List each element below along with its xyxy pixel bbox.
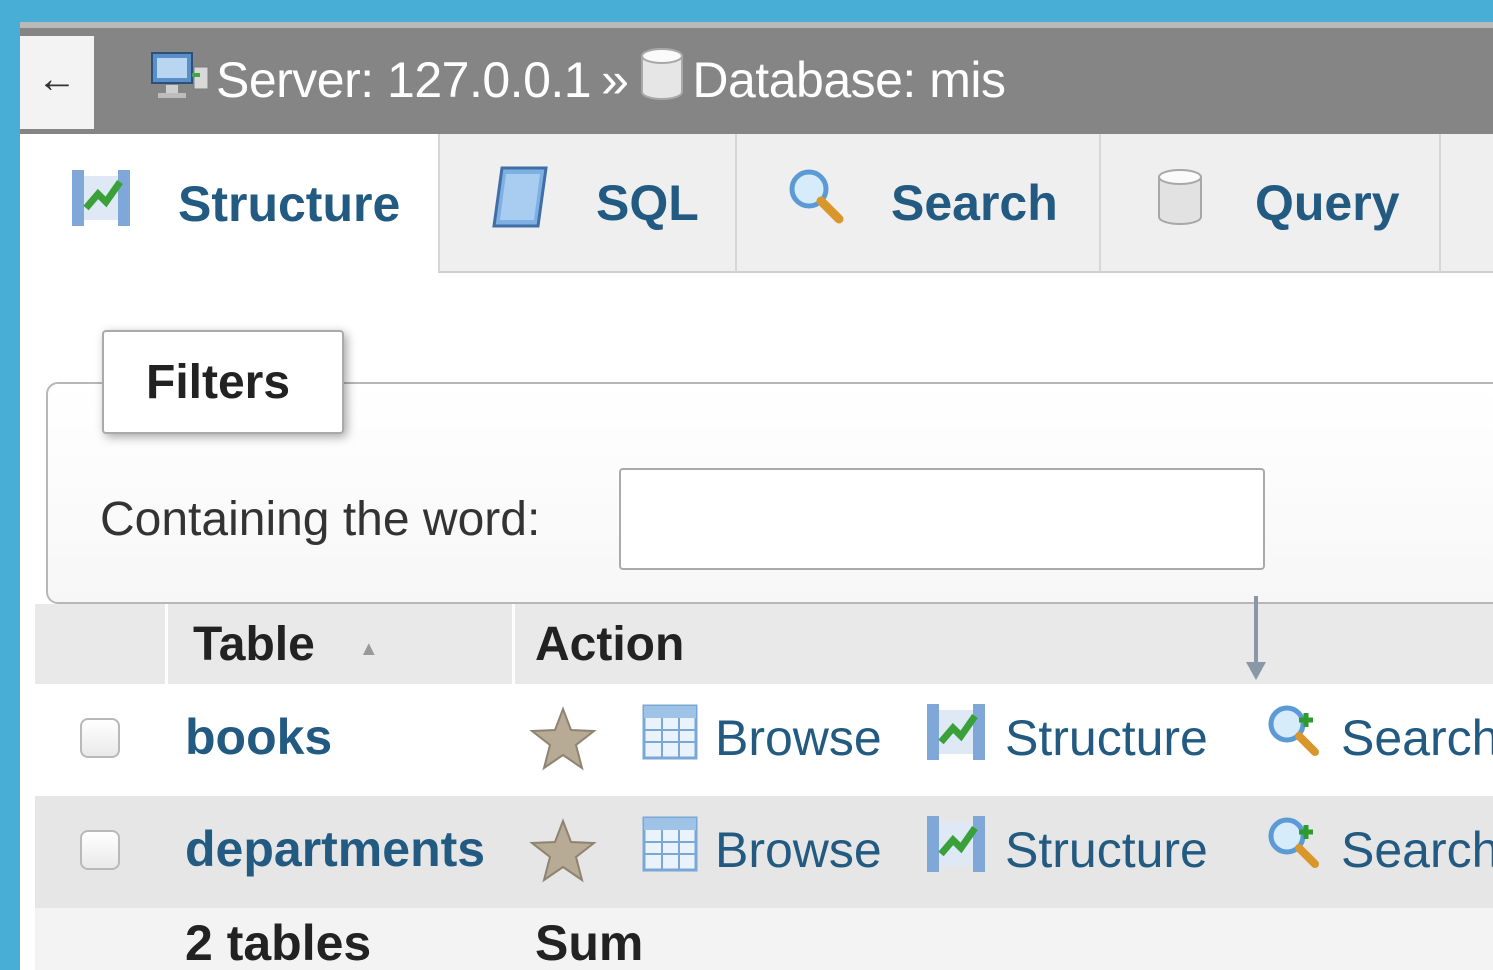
column-header-label: Table [193,617,315,671]
search-action[interactable]: Search [1265,705,1493,770]
sum-label: Sum [535,915,644,970]
structure-icon [70,168,134,240]
structure-action[interactable]: Structure [925,816,1208,882]
breadcrumb-separator: » [601,52,629,108]
column-divider [512,604,515,684]
action-label: Browse [715,710,882,766]
tab-label: Query [1255,174,1400,231]
favorite-star-icon[interactable] [529,706,597,772]
column-header-action: Action [535,617,685,671]
filters-legend: Filters [102,330,344,434]
tab-label: Search [891,174,1058,231]
action-label: Structure [1005,710,1208,766]
table-name-link[interactable]: departments [185,820,485,878]
tab-label: SQL [596,174,699,231]
table-row: departments Browse Structure Search [35,796,1493,908]
table-header: Table ▲ Action [35,604,1493,684]
action-label: Search [1341,710,1493,766]
database-icon [638,46,686,114]
browse-action[interactable]: Browse [641,815,882,885]
table-name-link[interactable]: books [185,708,332,766]
column-header-table[interactable]: Table ▲ [193,604,379,684]
query-icon [1155,167,1205,239]
action-label: Structure [1005,822,1208,878]
tab-structure[interactable]: Structure [20,134,438,273]
search-plus-icon [1265,814,1325,886]
row-checkbox[interactable] [80,830,120,870]
back-button[interactable]: ← [20,36,94,129]
app-frame: ← Server: 127.0.0.1 » Database: mis Stru… [20,22,1493,970]
filter-label: Containing the word: [100,493,541,546]
tab-overflow[interactable] [1439,134,1493,273]
tab-sql[interactable]: SQL [438,134,735,273]
database-link[interactable]: Database: mis [692,51,1006,109]
structure-icon [925,814,989,886]
browse-action[interactable]: Browse [641,703,882,773]
sort-ascending-icon: ▲ [358,637,379,660]
table-row: books Browse Structure Search [35,684,1493,796]
browse-icon [641,815,699,885]
filter-input[interactable] [619,468,1265,570]
structure-action[interactable]: Structure [925,704,1208,770]
sql-icon [490,164,552,242]
server-icon [148,47,210,113]
tab-query[interactable]: Query [1099,134,1439,273]
arrow-down-icon [1246,596,1266,680]
tab-label: Structure [178,175,401,232]
tab-search[interactable]: Search [735,134,1099,273]
column-divider [165,604,168,684]
search-icon [787,167,847,239]
tab-bar: Structure SQL Search Query [20,134,1493,273]
row-checkbox[interactable] [80,718,120,758]
browse-icon [641,703,699,773]
action-label: Browse [715,822,882,878]
table-footer: 2 tables Sum [35,908,1493,970]
breadcrumb-bar: ← Server: 127.0.0.1 » Database: mis [20,22,1493,134]
search-action[interactable]: Search [1265,817,1493,882]
breadcrumb: Server: 127.0.0.1 » Database: mis [148,47,1006,113]
search-plus-icon [1265,702,1325,774]
favorite-star-icon[interactable] [529,818,597,884]
action-label: Search [1341,822,1493,878]
structure-icon [925,702,989,774]
table-count: 2 tables [185,915,372,970]
server-link[interactable]: Server: 127.0.0.1 [216,51,592,109]
